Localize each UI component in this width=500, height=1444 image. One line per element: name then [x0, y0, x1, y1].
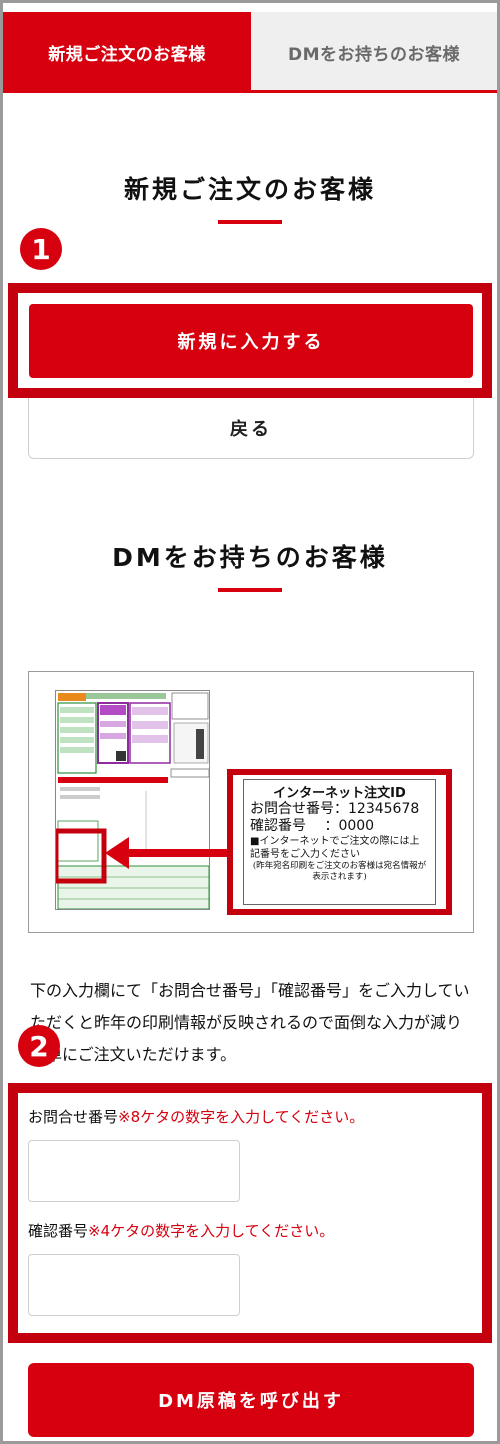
- call-dm-button[interactable]: DM原稿を呼び出す: [28, 1363, 474, 1437]
- step-2-badge: 2: [18, 1025, 60, 1067]
- tab-underline: [3, 90, 497, 93]
- inquiry-label-note: ※8ケタの数字を入力してください。: [118, 1108, 365, 1126]
- new-entry-button[interactable]: 新規に入力する: [29, 304, 473, 378]
- dm-postcard-illustration: [55, 690, 210, 910]
- arrow-line: [121, 849, 231, 857]
- confirm-label-note: ※4ケタの数字を入力してください。: [88, 1222, 335, 1240]
- confirm-number-label: 確認番号※4ケタの数字を入力してください。: [28, 1220, 334, 1241]
- dm-sample-image: インターネット注文ID お問合せ番号：12345678 確認番号 ：0000 ■…: [28, 671, 474, 933]
- section-title-new: 新規ご注文のお客様: [123, 175, 376, 204]
- tab-new-customer[interactable]: 新規ご注文のお客様: [3, 12, 251, 92]
- dm-inquiry-example: お問合せ番号：12345678: [250, 801, 420, 817]
- tab-bar: 新規ご注文のお客様 DMをお持ちのお客様: [3, 12, 497, 92]
- back-button[interactable]: 戻る: [28, 398, 474, 459]
- tab-dm-customer[interactable]: DMをお持ちのお客様: [251, 12, 497, 92]
- confirm-number-input[interactable]: [28, 1254, 240, 1316]
- dm-description: 下の入力欄にて「お問合せ番号」「確認番号」をご入力していただくと昨年の印刷情報が…: [30, 981, 470, 1064]
- section-title-underline: [218, 588, 282, 592]
- inquiry-number-label: お問合せ番号※8ケタの数字を入力してください。: [28, 1106, 364, 1127]
- inquiry-number-input[interactable]: [28, 1140, 240, 1202]
- dm-confirm-example: 確認番号 ：0000: [250, 818, 375, 834]
- arrow-left-icon: [105, 837, 129, 869]
- dm-id-title: インターネット注文ID: [273, 786, 406, 801]
- step-1-badge: 1: [20, 228, 62, 270]
- dm-id-callout: インターネット注文ID お問合せ番号：12345678 確認番号 ：0000 ■…: [227, 769, 452, 915]
- confirm-label-text: 確認番号: [28, 1222, 89, 1240]
- postcard-drawing: [56, 691, 209, 909]
- dm-note-1: ■インターネットでご注文の際には上記番号をご入力ください: [250, 836, 420, 860]
- dm-note-2: (昨年宛名印刷をご注文のお客様は宛名情報が表示されます): [252, 861, 427, 882]
- inquiry-label-text: お問合せ番号: [28, 1108, 119, 1126]
- section-title-underline: [218, 220, 282, 224]
- section-title-dm: DMをお持ちのお客様: [112, 543, 388, 572]
